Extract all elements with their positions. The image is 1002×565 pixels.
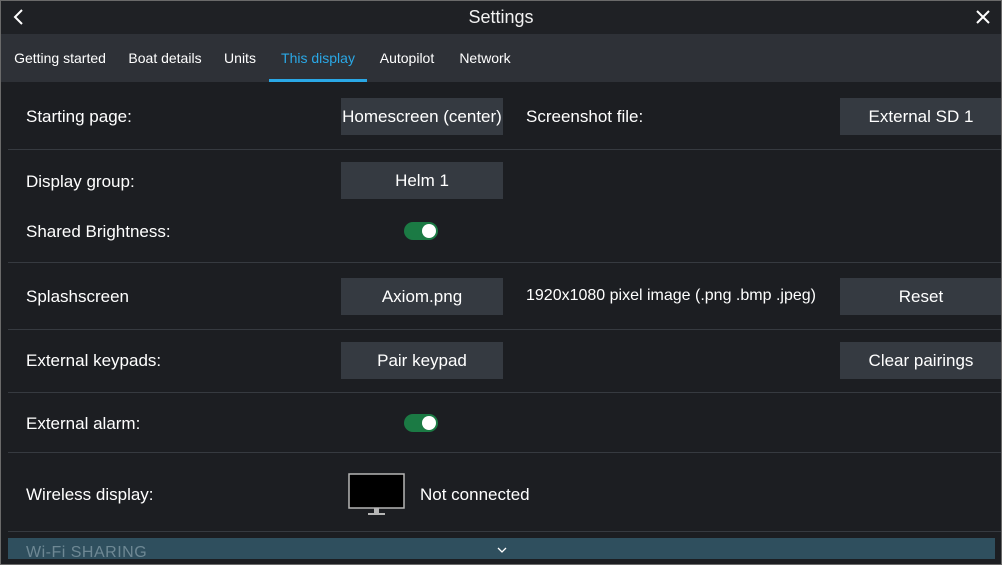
tab-autopilot[interactable]: Autopilot: [367, 34, 447, 82]
chevron-down-icon: [496, 541, 508, 553]
title-bar: Settings: [1, 1, 1001, 34]
display-group-label: Display group:: [26, 172, 135, 191]
tab-bar: Getting started Boat details Units This …: [1, 34, 1001, 82]
shared-brightness-label: Shared Brightness:: [26, 222, 171, 241]
external-keypads-label: External keypads:: [26, 351, 162, 370]
pair-keypad-button[interactable]: Pair keypad: [341, 342, 503, 379]
row-wireless-display: Wireless display: Not connected: [8, 453, 1001, 532]
tab-this-display[interactable]: This display: [269, 34, 367, 82]
splashscreen-note: 1920x1080 pixel image (.png .bmp .jpeg): [526, 287, 816, 304]
window-title: Settings: [468, 7, 534, 27]
starting-page-label: Starting page:: [26, 107, 132, 126]
row-splashscreen: Splashscreen Axiom.png 1920x1080 pixel i…: [8, 263, 1001, 330]
tab-boat-details[interactable]: Boat details: [119, 34, 211, 82]
toggle-knob: [422, 224, 436, 238]
wifi-sharing-label: Wi-Fi SHARING: [26, 544, 148, 559]
wireless-display-label: Wireless display:: [26, 485, 154, 504]
clear-pairings-button[interactable]: Clear pairings: [840, 342, 1001, 379]
splashscreen-label: Splashscreen: [26, 287, 130, 306]
tab-getting-started[interactable]: Getting started: [1, 34, 119, 82]
close-icon[interactable]: [971, 5, 995, 29]
screenshot-file-button[interactable]: External SD 1: [840, 98, 1001, 135]
screenshot-file-label: Screenshot file:: [526, 107, 644, 126]
display-group-button[interactable]: Helm 1: [341, 162, 503, 199]
row-display-group: Display group: Helm 1 Shared Brightness:: [8, 150, 1001, 263]
splashscreen-button[interactable]: Axiom.png: [341, 278, 503, 315]
toggle-knob: [422, 416, 436, 430]
row-external-keypads: External keypads: Pair keypad Clear pair…: [8, 330, 1001, 393]
row-external-alarm: External alarm:: [8, 393, 1001, 453]
shared-brightness-toggle[interactable]: [404, 222, 438, 240]
reset-button[interactable]: Reset: [840, 278, 1001, 315]
wireless-display-status: Not connected: [420, 485, 530, 504]
monitor-icon: [348, 473, 405, 522]
tab-units[interactable]: Units: [211, 34, 269, 82]
settings-content: Starting page: Homescreen (center) Scree…: [8, 82, 1001, 537]
starting-page-button[interactable]: Homescreen (center): [341, 98, 503, 135]
external-alarm-label: External alarm:: [26, 414, 141, 433]
tab-network[interactable]: Network: [447, 34, 523, 82]
wifi-sharing-section[interactable]: Wi-Fi SHARING: [8, 538, 995, 559]
row-starting-page: Starting page: Homescreen (center) Scree…: [8, 82, 1001, 150]
external-alarm-toggle[interactable]: [404, 414, 438, 432]
settings-window: Settings Getting started Boat details Un…: [0, 0, 1002, 565]
